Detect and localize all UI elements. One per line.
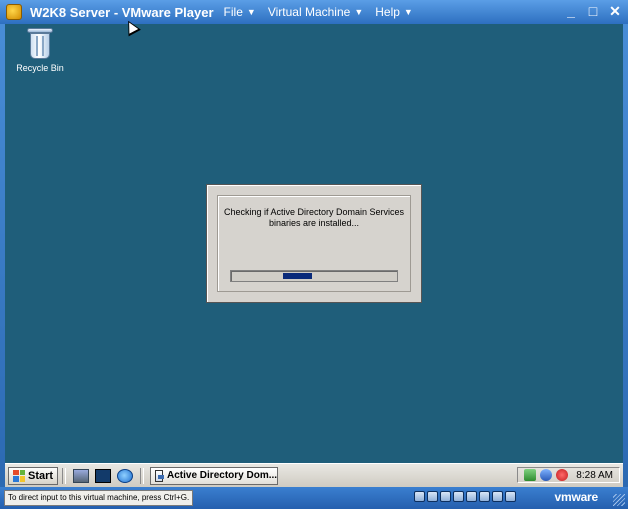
network-adapter-icon[interactable]	[466, 491, 477, 502]
progress-bar	[230, 270, 398, 282]
system-tray: 8:28 AM	[517, 467, 620, 483]
recycle-bin-body	[30, 33, 50, 59]
window-icon	[155, 469, 165, 482]
internet-explorer-icon[interactable]	[117, 468, 134, 483]
dialog-message-text: Checking if Active Directory Domain Serv…	[223, 207, 405, 228]
chevron-down-icon: ▼	[403, 7, 413, 17]
taskbar-separator	[62, 467, 67, 484]
recycle-bin-stripe	[42, 36, 44, 56]
command-prompt-icon[interactable]	[95, 468, 112, 483]
task-label: Active Directory Dom...	[167, 470, 278, 481]
menu-file-label: File	[223, 5, 243, 19]
menu-virtual-machine[interactable]: Virtual Machine ▼	[268, 5, 363, 19]
menu-help-label: Help	[375, 5, 400, 19]
input-hint: To direct input to this virtual machine,…	[4, 490, 194, 506]
chevron-down-icon: ▼	[354, 7, 364, 17]
start-button[interactable]: Start	[8, 466, 59, 485]
menu-file[interactable]: File ▼	[224, 5, 256, 19]
desktop-icon-recycle-bin[interactable]: Recycle Bin	[15, 28, 65, 73]
cdrom-icon[interactable]	[427, 491, 438, 502]
vmware-status-bar: To direct input to this virtual machine,…	[0, 487, 628, 509]
server-manager-icon[interactable]	[73, 468, 90, 483]
vmware-logo: vmware	[554, 490, 599, 504]
sound-icon[interactable]	[479, 491, 490, 502]
menu-help[interactable]: Help ▼	[375, 5, 413, 19]
desktop-icon-label: Recycle Bin	[16, 63, 64, 73]
resize-grip[interactable]	[613, 494, 625, 506]
taskbar-separator	[140, 467, 145, 484]
floppy-icon[interactable]	[440, 491, 451, 502]
clock[interactable]: 8:28 AM	[576, 470, 613, 481]
menu-bar: File ▼ Virtual Machine ▼ Help ▼	[224, 5, 413, 19]
vmware-player-window: W2K8 Server - VMware Player File ▼ Virtu…	[0, 0, 628, 509]
security-icon[interactable]	[540, 469, 553, 481]
windows-logo-icon	[13, 469, 25, 482]
guest-taskbar: Start Active Directory Dom... 8:28 AM	[5, 463, 623, 487]
window-controls: _ □ ✕	[564, 2, 622, 20]
hdd-icon[interactable]	[414, 491, 425, 502]
ad-binaries-check-dialog: Checking if Active Directory Domain Serv…	[206, 184, 422, 303]
display-icon[interactable]	[492, 491, 503, 502]
window-title: W2K8 Server - VMware Player	[30, 4, 214, 20]
vmware-player-icon	[6, 4, 22, 20]
menu-virtual-machine-label: Virtual Machine	[267, 5, 351, 19]
network-icon[interactable]	[524, 469, 537, 481]
close-button[interactable]: ✕	[608, 2, 622, 20]
alert-icon[interactable]	[556, 469, 569, 481]
chevron-down-icon: ▼	[246, 7, 256, 17]
minimize-button[interactable]: _	[564, 2, 578, 20]
start-label: Start	[28, 469, 54, 482]
device-icons	[414, 491, 516, 502]
message-icon[interactable]	[505, 491, 516, 502]
maximize-button[interactable]: □	[586, 2, 600, 20]
guest-desktop[interactable]: Recycle Bin Checking if Active Directory…	[5, 24, 623, 463]
recycle-bin-icon	[27, 28, 53, 60]
usb-icon[interactable]	[453, 491, 464, 502]
recycle-bin-stripe	[36, 36, 38, 56]
title-bar[interactable]: W2K8 Server - VMware Player File ▼ Virtu…	[0, 0, 628, 24]
dialog-message: Checking if Active Directory Domain Serv…	[218, 207, 410, 229]
progress-marquee	[283, 273, 313, 279]
taskbar-task-active-directory[interactable]: Active Directory Dom...	[150, 466, 279, 485]
